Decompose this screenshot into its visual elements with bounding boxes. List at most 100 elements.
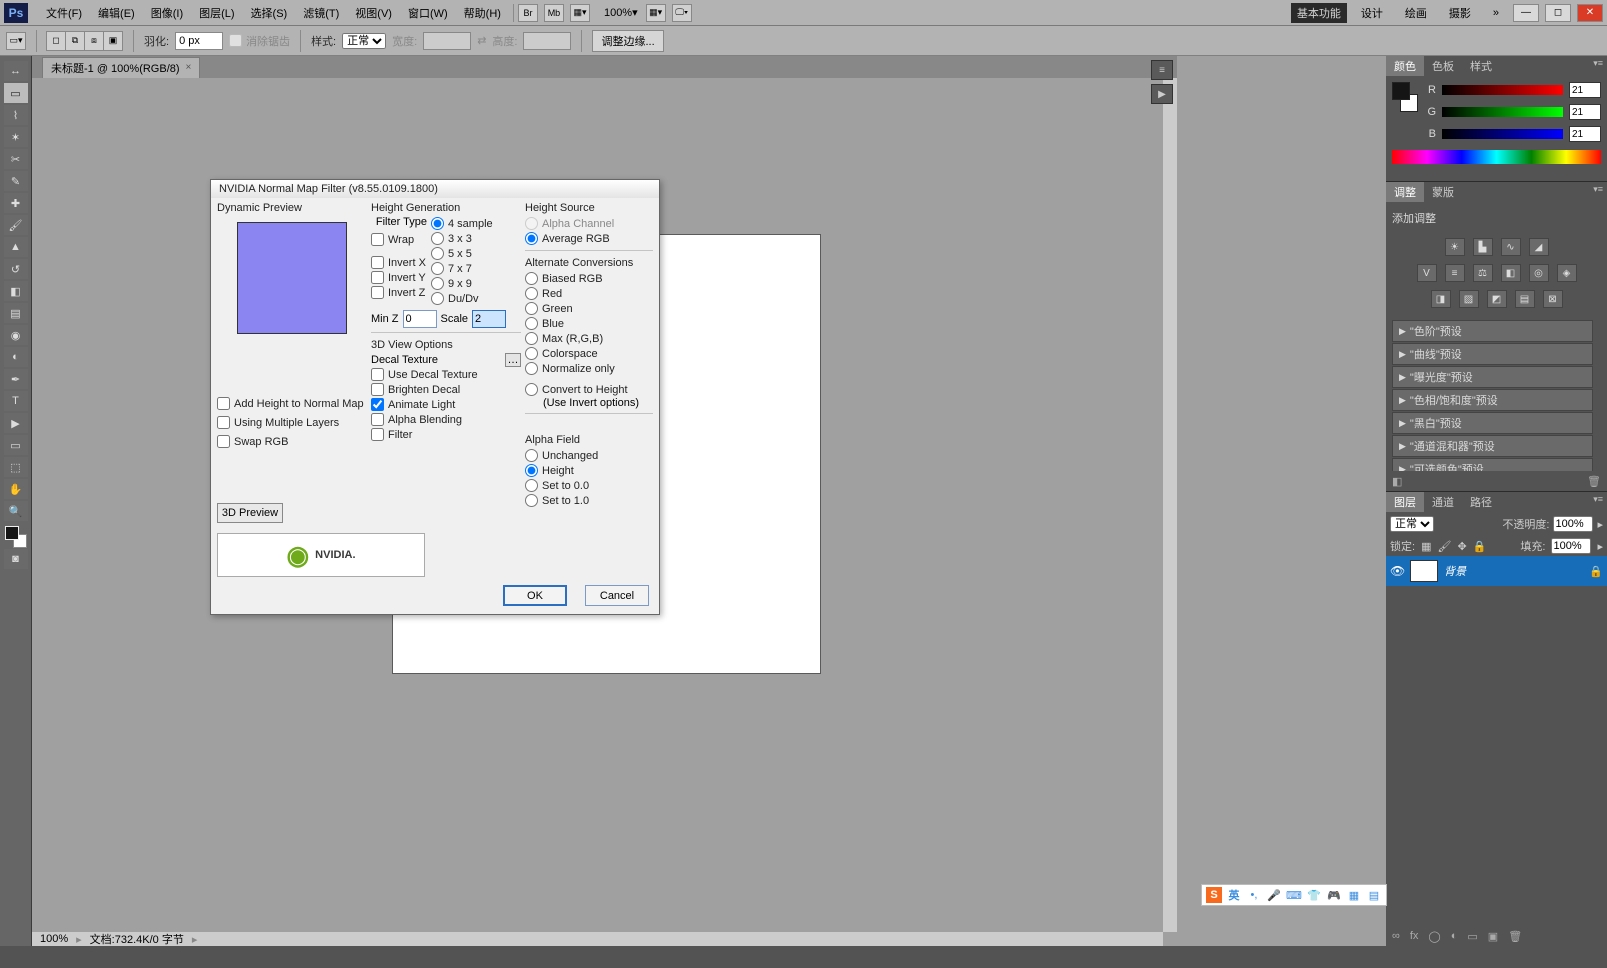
lock-pixels-icon[interactable]: 🖌 [1437, 540, 1451, 553]
layer-thumbnail[interactable] [1410, 560, 1438, 582]
preset-hue[interactable]: ▶"色相/饱和度"预设 [1392, 389, 1593, 411]
workspace-essentials[interactable]: 基本功能 [1291, 3, 1347, 23]
blur-tool[interactable]: ◉ [4, 325, 28, 345]
ime-bar[interactable]: S 英 •, 🎤 ⌨ 👕 🎮 ▦ ▤ [1201, 884, 1387, 906]
layer-row[interactable]: 👁 背景 🔒 [1386, 556, 1607, 586]
cancel-button[interactable]: Cancel [585, 585, 649, 606]
fx-icon[interactable]: fx [1410, 930, 1419, 942]
normalize-radio[interactable]: Normalize only [525, 361, 653, 376]
preset-bw[interactable]: ▶"黑白"预设 [1392, 412, 1593, 434]
ime-lang[interactable]: 英 [1226, 887, 1242, 903]
refine-edge-button[interactable]: 调整边缘... [592, 30, 663, 52]
decal-texture-button[interactable]: … [505, 353, 521, 367]
invert-y-checkbox[interactable]: Invert Y [371, 270, 431, 285]
move-tool[interactable]: ↔ [4, 61, 28, 81]
blend-mode-select[interactable]: 正常 [1390, 516, 1434, 532]
filter-dudv-radio[interactable]: Du/Dv [431, 291, 493, 306]
ime-toolbox-icon[interactable]: ▦ [1346, 887, 1362, 903]
zoom-level[interactable]: 100% [32, 933, 76, 945]
menu-filter[interactable]: 滤镜(T) [295, 0, 347, 25]
filter-7x7-radio[interactable]: 7 x 7 [431, 261, 493, 276]
opacity-input[interactable] [1553, 516, 1593, 532]
brightness-icon[interactable]: ☀ [1445, 238, 1465, 256]
lock-all-icon[interactable]: 🔒 [1473, 540, 1487, 553]
red-radio[interactable]: Red [525, 286, 653, 301]
gradient-tool[interactable]: ▤ [4, 303, 28, 323]
posterize-icon[interactable]: ▨ [1459, 290, 1479, 308]
height-radio[interactable]: Height [525, 463, 653, 478]
zoom-select[interactable]: 100% ▾ [596, 0, 646, 25]
panel-menu-icon[interactable]: ▾≡ [1589, 182, 1607, 202]
minibridge-icon[interactable]: Mb [544, 4, 564, 22]
swap-rgb-checkbox[interactable]: Swap RGB [217, 434, 367, 449]
b-slider[interactable] [1442, 129, 1563, 139]
selective-color-icon[interactable]: ⊠ [1543, 290, 1563, 308]
fill-adjust-icon[interactable]: ◐ [1451, 930, 1458, 942]
selection-add-icon[interactable]: ⧉ [65, 31, 85, 51]
hand-tool[interactable]: ✋ [4, 479, 28, 499]
workspace-photography[interactable]: 摄影 [1441, 5, 1479, 21]
spectrum-bar[interactable] [1392, 150, 1601, 164]
tab-swatches[interactable]: 色板 [1424, 56, 1462, 76]
tab-styles[interactable]: 样式 [1462, 56, 1500, 76]
filter-checkbox[interactable]: Filter [371, 427, 521, 442]
invert-z-checkbox[interactable]: Invert Z [371, 285, 431, 300]
ime-skin-icon[interactable]: 👕 [1306, 887, 1322, 903]
bw-icon[interactable]: ◧ [1501, 264, 1521, 282]
layer-name[interactable]: 背景 [1444, 563, 1466, 579]
ime-menu-icon[interactable]: ▤ [1366, 887, 1382, 903]
bridge-icon[interactable]: Br [518, 4, 538, 22]
quick-select-tool[interactable]: ✶ [4, 127, 28, 147]
channel-mixer-icon[interactable]: ◈ [1557, 264, 1577, 282]
r-input[interactable] [1569, 82, 1601, 98]
tab-layers[interactable]: 图层 [1386, 492, 1424, 512]
selection-subtract-icon[interactable]: ⧈ [84, 31, 104, 51]
vertical-scrollbar[interactable] [1163, 78, 1177, 932]
view-extras-icon[interactable]: ▦▾ [570, 4, 590, 22]
r-slider[interactable] [1442, 85, 1563, 95]
foreground-color[interactable] [5, 526, 19, 540]
3d-preview-button[interactable]: 3D Preview [217, 503, 283, 523]
window-close-button[interactable]: ✕ [1577, 4, 1603, 22]
eyedropper-tool[interactable]: ✎ [4, 171, 28, 191]
tool-preset-icon[interactable]: ▭▾ [6, 32, 26, 50]
shape-tool[interactable]: ▭ [4, 435, 28, 455]
lock-position-icon[interactable]: ✥ [1457, 540, 1466, 553]
lock-transparency-icon[interactable]: ▦ [1421, 540, 1431, 553]
window-maximize-button[interactable]: ◻ [1545, 4, 1571, 22]
filter-4sample-radio[interactable]: 4 sample [431, 216, 493, 231]
tab-adjustments[interactable]: 调整 [1386, 182, 1424, 202]
adjust-clip-icon[interactable]: ◧ [1392, 475, 1402, 488]
tab-paths[interactable]: 路径 [1462, 492, 1500, 512]
photo-filter-icon[interactable]: ◎ [1529, 264, 1549, 282]
ime-keyboard-icon[interactable]: ⌨ [1286, 887, 1302, 903]
history-panel-icon[interactable]: ≡ [1151, 60, 1173, 80]
fill-dropdown-icon[interactable]: ▸ [1597, 540, 1603, 553]
g-input[interactable] [1569, 104, 1601, 120]
panel-color-swatch[interactable] [1392, 82, 1418, 112]
ime-punct-icon[interactable]: •, [1246, 887, 1262, 903]
document-tab[interactable]: 未标题-1 @ 100%(RGB/8) × [42, 57, 200, 78]
blue-radio[interactable]: Blue [525, 316, 653, 331]
green-radio[interactable]: Green [525, 301, 653, 316]
filter-9x9-radio[interactable]: 9 x 9 [431, 276, 493, 291]
pen-tool[interactable]: ✒ [4, 369, 28, 389]
document-tab-close-icon[interactable]: × [186, 62, 192, 73]
group-icon[interactable]: ▭ [1467, 930, 1477, 943]
invert-x-checkbox[interactable]: Invert X [371, 255, 431, 270]
dodge-tool[interactable]: ◐ [4, 347, 28, 367]
gradient-map-icon[interactable]: ▤ [1515, 290, 1535, 308]
vibrance-icon[interactable]: V [1417, 264, 1437, 282]
panel-menu-icon[interactable]: ▾≡ [1589, 492, 1607, 512]
biased-rgb-radio[interactable]: Biased RGB [525, 271, 653, 286]
add-height-checkbox[interactable]: Add Height to Normal Map [217, 396, 367, 411]
max-rgb-radio[interactable]: Max (R,G,B) [525, 331, 653, 346]
window-minimize-button[interactable]: — [1513, 4, 1539, 22]
workspace-design[interactable]: 设计 [1353, 5, 1391, 21]
lasso-tool[interactable]: ⌇ [4, 105, 28, 125]
invert-icon[interactable]: ◨ [1431, 290, 1451, 308]
fill-input[interactable] [1551, 538, 1591, 554]
tab-masks[interactable]: 蒙版 [1424, 182, 1462, 202]
preset-levels[interactable]: ▶"色阶"预设 [1392, 320, 1593, 342]
style-select[interactable]: 正常 [342, 33, 386, 49]
